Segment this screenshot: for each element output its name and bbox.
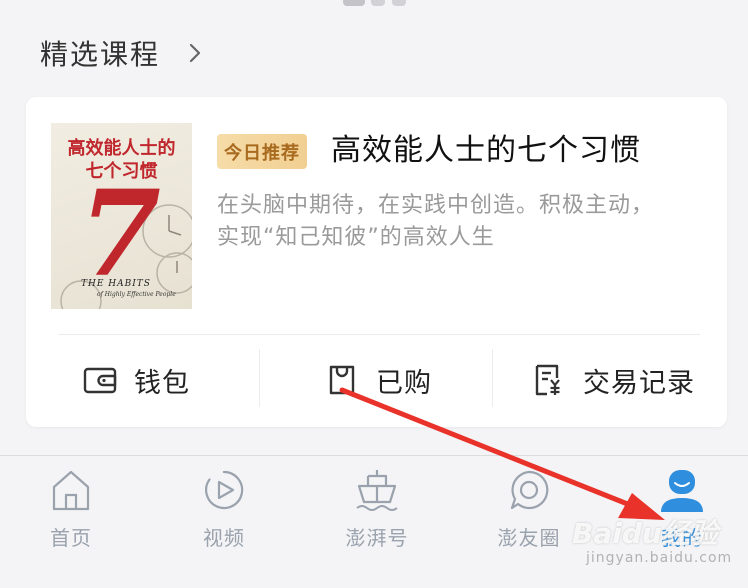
page-dot <box>371 0 385 6</box>
tab-pengpai-label: 澎湃号 <box>345 526 409 550</box>
page-indicator <box>0 0 748 12</box>
cover-subtitle: THE HABITS <box>81 279 151 289</box>
course-description-line: 在头脑中期待，在实践中创造。积极主动， <box>217 193 655 218</box>
transaction-receipt-icon <box>531 362 567 398</box>
chevron-right-icon <box>188 41 204 65</box>
tab-home[interactable]: 首页 <box>11 456 131 556</box>
watermark-url: jingyan.baidu.com <box>586 550 733 566</box>
section-title: 精选课程 <box>40 38 161 71</box>
wallet-icon <box>82 362 118 398</box>
course-title[interactable]: 高效能人士的七个习惯 <box>331 128 641 174</box>
cover-title-line1: 高效能人士的 <box>67 138 176 159</box>
course-description: 在头脑中期待，在实践中创造。积极主动， 实现“知己知彼”的高效人生 <box>217 190 697 254</box>
cover-subtitle-small: of Highly Effective People <box>97 291 176 298</box>
transaction-records-label: 交易记录 <box>583 367 695 399</box>
baidu-jingyan-watermark: Baidu经验 jingyan.baidu.com <box>572 512 742 572</box>
tab-video[interactable]: 视频 <box>164 456 284 556</box>
book-cover-image[interactable]: 高效能人士的 七个习惯 7 THE HABITS of Highly Effec… <box>51 123 192 309</box>
cover-big-number: 7 <box>79 164 162 303</box>
action-separator <box>259 349 260 407</box>
transaction-records-button[interactable]: 交易记录 <box>531 335 695 425</box>
section-header-courses[interactable]: 精选课程 <box>40 30 204 76</box>
course-description-line: 实现“知己知彼”的高效人生 <box>217 225 495 250</box>
tab-circle-label: 澎友圈 <box>497 526 561 550</box>
card-actions-row: 钱包 已购 交易记录 <box>26 335 727 425</box>
ship-icon <box>317 468 437 514</box>
action-separator <box>492 349 493 407</box>
purchased-button[interactable]: 已购 <box>324 335 432 425</box>
tab-home-label: 首页 <box>50 526 92 550</box>
user-icon <box>622 468 742 514</box>
wallet-button[interactable]: 钱包 <box>82 335 190 425</box>
featured-course-card: 高效能人士的 七个习惯 7 THE HABITS of Highly Effec… <box>26 97 727 427</box>
tab-video-label: 视频 <box>203 526 245 550</box>
home-icon <box>11 468 131 514</box>
chat-bubble-icon <box>469 468 589 514</box>
purchased-bag-icon <box>324 362 360 398</box>
play-icon <box>164 468 284 514</box>
tab-pengpai-account[interactable]: 澎湃号 <box>317 456 437 556</box>
page-dot-active <box>343 0 365 6</box>
tab-pengyou-circle[interactable]: 澎友圈 <box>469 456 589 556</box>
wallet-label: 钱包 <box>134 367 190 399</box>
page-dot <box>392 0 406 6</box>
daily-recommend-badge: 今日推荐 <box>217 134 307 169</box>
purchased-label: 已购 <box>376 367 432 399</box>
watermark-logo: Baidu经验 <box>572 517 718 550</box>
